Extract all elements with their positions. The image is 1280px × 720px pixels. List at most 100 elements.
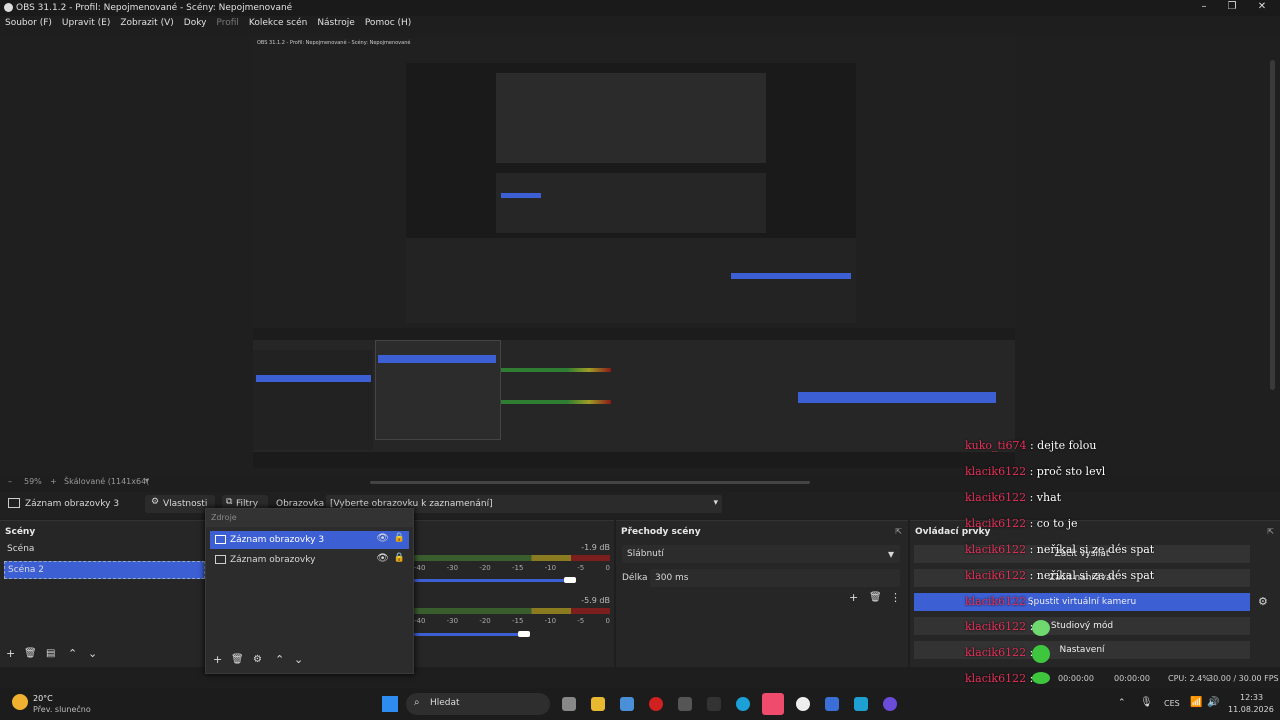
nested-preview <box>406 63 856 323</box>
app-icon[interactable] <box>678 697 692 711</box>
volume-icon[interactable]: 🔊 <box>1207 697 1219 708</box>
chrome-icon[interactable] <box>796 697 810 711</box>
source-item-selected[interactable]: Záznam obrazovky 3 👁 🔒 <box>210 531 409 549</box>
scene-filters-icon[interactable]: ▤ <box>46 648 55 659</box>
close-button[interactable]: ✕ <box>1250 1 1274 15</box>
scale-mode[interactable]: Škálované (1141x64( <box>64 477 149 486</box>
source-item[interactable]: Záznam obrazovky 👁 🔒 <box>210 551 409 569</box>
sources-search[interactable]: Zdroje <box>206 509 413 527</box>
menu-scene-collection[interactable]: Kolekce scén <box>244 16 312 34</box>
chat-line: klacik6122 : vhat <box>965 491 1061 504</box>
remove-source-icon[interactable]: 🗑 <box>231 654 244 665</box>
store-icon[interactable] <box>620 697 634 711</box>
lock-icon[interactable]: 🔒 <box>394 533 405 543</box>
clock-date[interactable]: 11.08.2026 <box>1228 705 1274 714</box>
scene-item-selected[interactable]: Scéna 2 <box>4 561 205 579</box>
taskbar <box>0 688 1280 720</box>
chat-line: kuko_ti674 : dejte folou <box>965 439 1097 452</box>
microphone-icon[interactable]: 🎙 <box>1140 697 1153 708</box>
chat-line: klacik6122 : neříkal si ze dés spat <box>965 543 1154 556</box>
scale-dropdown-icon[interactable]: ▾ <box>145 476 149 485</box>
source-label: Záznam obrazovky <box>230 555 316 565</box>
add-transition-button[interactable]: + <box>849 591 858 604</box>
audio-mixer-dock: -1.9 dB -40 -30 -20 -15 -10 -5 0 -5.9 dB -40 -3… <box>412 520 614 667</box>
zoom-level[interactable]: 59% <box>24 477 42 486</box>
nested-title: OBS 31.1.2 - Profil: Nepojmenované - Scé… <box>257 40 411 46</box>
tick: -15 <box>511 617 524 625</box>
menu-file[interactable]: Soubor (F) <box>0 16 57 34</box>
zoom-out-button[interactable]: – <box>8 477 12 486</box>
edge-icon[interactable] <box>736 697 750 711</box>
preview-scrollbar[interactable] <box>1270 60 1275 390</box>
menu-edit[interactable]: Upravit (E) <box>57 16 115 34</box>
remove-transition-icon[interactable]: 🗑 <box>869 592 882 603</box>
frog-emote-icon <box>1032 645 1050 663</box>
obs-taskbar-icon[interactable] <box>883 697 897 711</box>
chat-msg: : proč sto levl <box>1029 465 1106 478</box>
scene-item[interactable]: Scéna <box>4 541 203 557</box>
frog-emote-icon <box>1032 620 1050 636</box>
language-indicator[interactable]: CES <box>1164 699 1180 708</box>
tick: -30 <box>446 617 459 625</box>
tick: -40 <box>414 564 426 572</box>
more-options-icon[interactable]: ⋮ <box>890 591 901 604</box>
lock-icon[interactable]: 🔒 <box>394 553 405 563</box>
taskbar-search[interactable]: ⌕ Hledat <box>406 693 550 715</box>
tick: -5 <box>577 564 585 572</box>
popout-icon[interactable]: ⇱ <box>1267 527 1274 536</box>
source-properties-icon[interactable]: ⚙ <box>253 654 262 665</box>
move-up-icon[interactable]: ⌃ <box>68 647 77 660</box>
volume-slider-handle[interactable] <box>564 577 576 583</box>
popout-icon[interactable]: ⇱ <box>895 527 902 536</box>
chat-msg: : neříkal si ze dés spat <box>1029 543 1155 556</box>
move-down-icon[interactable]: ⌄ <box>88 647 97 660</box>
active-app-icon[interactable] <box>762 693 784 715</box>
chat-user: klacik6122 <box>965 595 1027 608</box>
app-icon[interactable] <box>854 697 868 711</box>
wifi-icon[interactable]: 📶 <box>1190 697 1202 708</box>
menu-docks[interactable]: Doky <box>179 16 212 34</box>
visibility-eye-icon[interactable]: 👁 <box>376 533 389 544</box>
remove-scene-icon[interactable]: 🗑 <box>24 648 37 659</box>
epic-games-icon[interactable] <box>707 697 721 711</box>
title-bar: OBS 31.1.2 - Profil: Nepojmenované - Scé… <box>0 0 1280 16</box>
search-icon: ⌕ <box>414 697 420 708</box>
transition-select[interactable]: Slábnutí ▾ <box>622 545 900 563</box>
duration-label: Délka <box>622 573 648 583</box>
properties-label: Vlastnosti <box>163 499 208 509</box>
minimize-button[interactable]: – <box>1192 1 1216 15</box>
move-up-icon[interactable]: ⌃ <box>275 653 284 666</box>
source-label: Záznam obrazovky 3 <box>230 535 325 545</box>
chevron-up-icon[interactable]: ⌃ <box>1118 698 1126 708</box>
chat-line: klacik6122 : <box>965 595 1033 608</box>
weather-desc[interactable]: Přev. slunečno <box>33 705 91 714</box>
volume-slider[interactable] <box>414 633 524 636</box>
volume-slider-handle[interactable] <box>518 631 530 637</box>
menu-profile[interactable]: Profil <box>211 16 243 34</box>
clock-time[interactable]: 12:33 <box>1240 693 1263 702</box>
task-view-icon[interactable] <box>562 697 576 711</box>
add-source-button[interactable]: + <box>213 653 222 666</box>
menu-view[interactable]: Zobrazit (V) <box>115 16 178 34</box>
maximize-button[interactable]: ❐ <box>1220 1 1244 15</box>
discord-icon[interactable] <box>825 697 839 711</box>
move-down-icon[interactable]: ⌄ <box>294 653 303 666</box>
opera-icon[interactable] <box>649 697 663 711</box>
duration-stepper[interactable]: 300 ms <box>650 569 900 587</box>
scenes-dock: Scény Scéna Scéna 2 + 🗑 ▤ ⌃ ⌄ <box>0 520 206 667</box>
horizontal-scrollbar[interactable] <box>370 481 810 484</box>
add-scene-button[interactable]: + <box>6 647 15 660</box>
windows-start-icon[interactable] <box>382 696 398 712</box>
zoom-in-button[interactable]: + <box>50 477 57 486</box>
menu-tools[interactable]: Nástroje <box>312 16 360 34</box>
chat-msg: : <box>1029 595 1034 608</box>
menu-help[interactable]: Pomoc (H) <box>360 16 417 34</box>
virtual-camera-settings-icon[interactable]: ⚙ <box>1258 595 1268 608</box>
weather-temp[interactable]: 20°C <box>33 694 53 703</box>
tick: -20 <box>479 617 491 625</box>
weather-sun-icon[interactable] <box>12 694 28 710</box>
chat-user: klacik6122 <box>965 465 1027 478</box>
visibility-eye-icon[interactable]: 👁 <box>376 553 389 564</box>
file-explorer-icon[interactable] <box>591 697 605 711</box>
volume-slider[interactable] <box>414 579 574 582</box>
